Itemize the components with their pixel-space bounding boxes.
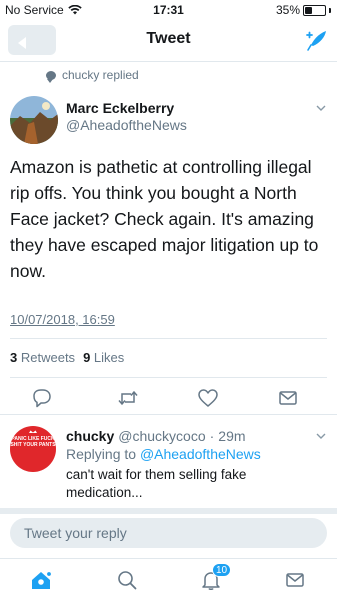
retweets-stat[interactable]: 3 Retweets [10,350,75,365]
messages-icon[interactable] [284,569,306,591]
notification-badge: 10 [212,563,232,577]
home-icon[interactable] [30,569,52,591]
reply-author-name[interactable]: chucky [66,428,114,444]
reply-separator: · [209,428,215,444]
replying-prefix: Replying to [66,446,137,462]
tweet-actions [0,386,337,410]
page-title: Tweet [146,30,191,47]
likes-count: 9 [83,350,91,365]
reply-header: chucky @chuckycoco · 29m [66,428,246,444]
search-icon[interactable] [116,569,138,591]
likes-stat[interactable]: 9 Likes [83,350,124,365]
reply-text: can't wait for them selling fake medicat… [66,467,247,500]
battery-fill [305,6,312,14]
replying-to-link[interactable]: @AheadoftheNews [140,446,261,462]
author-name[interactable]: Marc Eckelberry [66,100,174,116]
battery-percent: 35% [275,3,300,17]
retweets-label: Retweets [20,350,76,365]
reply-avatar[interactable]: PANIC LIKE FUCK SHIT YOUR PANTS [10,426,56,472]
message-icon[interactable] [276,386,300,410]
compose-icon[interactable] [301,26,329,54]
reply-context: chucky replied [46,68,139,83]
tab-bar: 10 [0,558,337,600]
reply-context-label: chucky replied [62,68,139,82]
like-icon[interactable] [196,386,220,410]
avatar-image [10,96,58,144]
reply-bubble-icon [46,70,56,83]
retweet-icon[interactable] [116,386,140,410]
retweets-count: 3 [10,350,18,365]
tweet-date[interactable]: 10/07/2018, 16:59 [10,312,115,327]
author-avatar[interactable] [10,96,58,144]
reply-avatar-text: PANIC LIKE FUCK SHIT YOUR PANTS [10,436,56,448]
status-right: 35% [276,3,331,17]
reply-icon[interactable] [30,386,54,410]
tweet-text: Amazon is pathetic at controlling illega… [10,157,319,281]
status-bar: No Service 17:31 35% [0,0,337,20]
divider [10,377,327,378]
author-handle[interactable]: @AheadoftheNews [66,117,187,133]
tweet-stats: 3 Retweets 9 Likes [10,350,124,365]
nav-bar: Tweet [0,20,337,62]
caret-down-icon[interactable] [316,431,326,441]
crown-icon [29,430,37,433]
battery-tip [329,7,331,13]
divider [0,414,337,415]
battery-icon [303,4,326,16]
caret-down-icon[interactable] [316,103,326,113]
replying-to: Replying to @AheadoftheNews [66,446,261,462]
divider [0,508,337,514]
reply-composer[interactable]: Tweet your reply [10,518,327,548]
reply-time: 29m [218,428,246,444]
divider [10,338,327,339]
reply-author-handle[interactable]: @chuckycoco [118,428,205,444]
likes-label: Likes [93,350,125,365]
